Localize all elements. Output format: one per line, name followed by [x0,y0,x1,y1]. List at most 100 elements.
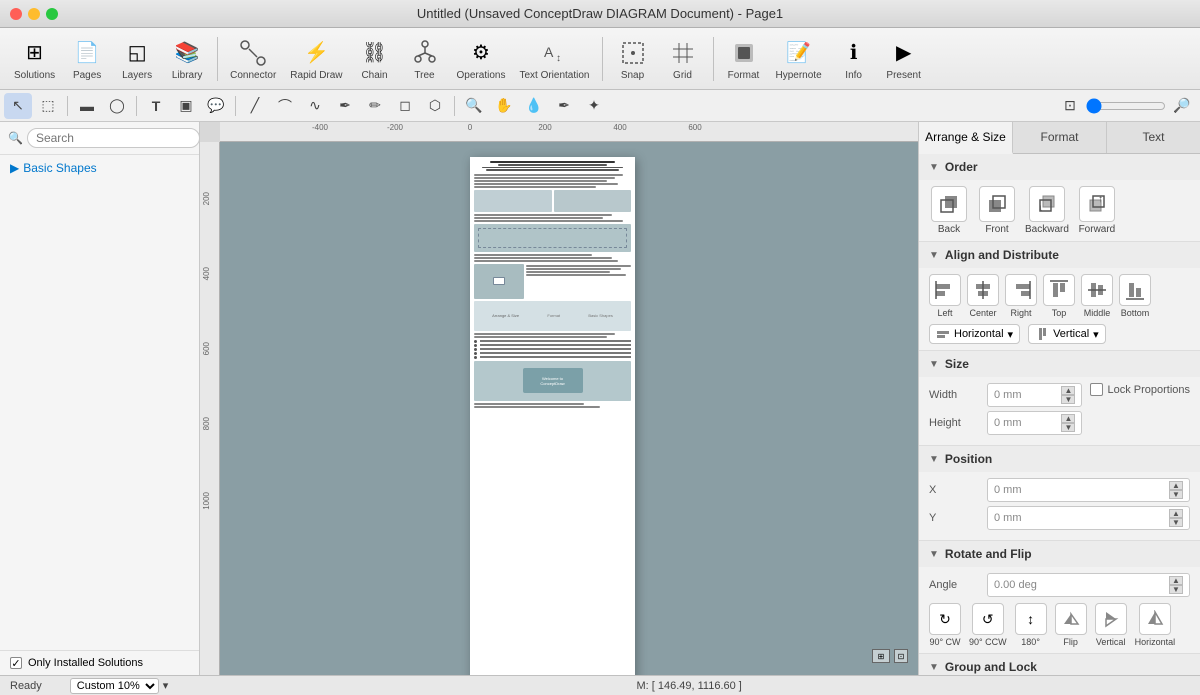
search-input[interactable] [27,128,200,148]
lock-proportions[interactable]: Lock Proportions [1090,383,1190,396]
y-up[interactable]: ▲ [1169,509,1183,518]
select-tool[interactable]: ↖ [4,93,32,119]
toolbar-info[interactable]: ℹ Info [830,33,878,85]
rotate-180-icon: ↕ [1015,603,1047,635]
align-top-button[interactable]: Top [1043,274,1075,318]
front-button[interactable]: Front [977,186,1017,235]
x-down[interactable]: ▼ [1169,490,1183,499]
align-middle-button[interactable]: Middle [1081,274,1113,318]
backward-button[interactable]: ↓ Backward [1025,186,1069,235]
toolbar-present[interactable]: ▶ Present [880,33,928,85]
toolbar-grid[interactable]: Grid [659,33,707,85]
lock-proportions-checkbox[interactable] [1090,383,1103,396]
rotate-header[interactable]: ▼ Rotate and Flip [919,541,1200,567]
x-label: X [929,484,979,496]
y-input[interactable]: 0 mm ▲ ▼ [987,506,1190,530]
rotate-180-button[interactable]: ↕ 180° [1015,603,1047,647]
pencil-tool[interactable]: ✏ [361,93,389,119]
pen-tool[interactable]: ✒ [331,93,359,119]
tab-text[interactable]: Text [1107,122,1200,153]
align-left-button[interactable]: Left [929,274,961,318]
zoom-select[interactable]: Custom 10% 25% 50% 75% 100% 150% 200% [70,678,159,694]
text-tool[interactable]: T [142,93,170,119]
vertical-dropdown[interactable]: Vertical ▾ [1028,324,1106,344]
connector-icon [237,37,269,69]
toolbar-layers[interactable]: ◱ Layers [113,33,161,85]
only-installed-checkbox[interactable]: ✓ [10,657,22,669]
curve-tool[interactable]: ∿ [301,93,329,119]
ellipse-tool[interactable]: ◯ [103,93,131,119]
y-stepper[interactable]: ▲ ▼ [1169,509,1183,527]
toolbar-hypernote[interactable]: 📝 Hypernote [770,33,828,85]
canvas-area[interactable]: -400 -200 0 200 400 600 200 400 600 800 … [200,122,918,675]
toolbar-pages[interactable]: 📄 Pages [63,33,111,85]
pen2-tool[interactable]: ✒ [550,93,578,119]
flip-button[interactable]: Flip [1055,603,1087,647]
box-select-tool[interactable]: ⬚ [34,93,62,119]
toolbar-snap[interactable]: Snap [609,33,657,85]
toolbar-chain[interactable]: ⛓ Chain [351,33,399,85]
toolbar-library[interactable]: 📚 Library [163,33,211,85]
align-header[interactable]: ▼ Align and Distribute [919,242,1200,268]
zoom-slider[interactable] [1086,98,1166,114]
toolbar-tree[interactable]: Tree [401,33,449,85]
zoom-box-tool[interactable]: ⊡ [1056,93,1084,119]
star-tool[interactable]: ✦ [580,93,608,119]
rotate-90cw-button[interactable]: ↻ 90° CW [929,603,961,647]
width-up[interactable]: ▲ [1061,386,1075,395]
angle-input[interactable]: 0.00 deg ▲ ▼ [987,573,1190,597]
x-stepper[interactable]: ▲ ▼ [1169,481,1183,499]
back-button[interactable]: Back [929,186,969,235]
text-box-tool[interactable]: ▣ [172,93,200,119]
eyedrop-tool[interactable]: 💧 [520,93,548,119]
line-tool[interactable]: ╱ [241,93,269,119]
angle-stepper[interactable]: ▲ ▼ [1169,576,1183,594]
eraser-tool[interactable]: ◻ [391,93,419,119]
angle-down[interactable]: ▼ [1169,585,1183,594]
height-stepper[interactable]: ▲ ▼ [1061,414,1075,432]
horizontal-dropdown[interactable]: Horizontal ▾ [929,324,1020,344]
arc-tool[interactable]: ⌒ [271,93,299,119]
zoom-out-tool[interactable]: 🔎 [1168,93,1196,119]
angle-up[interactable]: ▲ [1169,576,1183,585]
size-header[interactable]: ▼ Size [919,351,1200,377]
order-header[interactable]: ▼ Order [919,154,1200,180]
rect-tool[interactable]: ▬ [73,93,101,119]
align-bottom-button[interactable]: Bottom [1119,274,1151,318]
toolbar-text-orientation[interactable]: A↕ Text Orientation [513,33,595,85]
toolbar-operations[interactable]: ⚙ Operations [451,33,512,85]
position-header[interactable]: ▼ Position [919,446,1200,472]
x-up[interactable]: ▲ [1169,481,1183,490]
width-input[interactable]: 0 mm ▲ ▼ [987,383,1082,407]
zoom-in-tool[interactable]: 🔍 [460,93,488,119]
callout-tool[interactable]: 💬 [202,93,230,119]
align-center-button[interactable]: Center [967,274,999,318]
height-down[interactable]: ▼ [1061,423,1075,432]
basic-shapes-toggle[interactable]: ▶ Basic Shapes [10,161,189,175]
group-lock-header[interactable]: ▼ Group and Lock [919,654,1200,675]
close-button[interactable] [10,8,22,20]
height-input[interactable]: 0 mm ▲ ▼ [987,411,1082,435]
toolbar-format[interactable]: Format [720,33,768,85]
toolbar-solutions[interactable]: ⊞ Solutions [8,33,61,85]
toolbar-rapid-draw[interactable]: ⚡ Rapid Draw [284,33,348,85]
hand-tool[interactable]: ✋ [490,93,518,119]
y-down[interactable]: ▼ [1169,518,1183,527]
align-right-button[interactable]: Right [1005,274,1037,318]
width-stepper[interactable]: ▲ ▼ [1061,386,1075,404]
maximize-button[interactable] [46,8,58,20]
flip-horizontal-button[interactable]: Horizontal [1135,603,1176,647]
text-orientation-label: Text Orientation [519,70,589,81]
minimize-button[interactable] [28,8,40,20]
width-down[interactable]: ▼ [1061,395,1075,404]
sidebar-footer: ✓ Only Installed Solutions [0,650,199,675]
x-input[interactable]: 0 mm ▲ ▼ [987,478,1190,502]
tab-format[interactable]: Format [1013,122,1107,153]
forward-button[interactable]: ↑ Forward [1077,186,1117,235]
height-up[interactable]: ▲ [1061,414,1075,423]
toolbar-connector[interactable]: Connector [224,33,282,85]
flip-vertical-button[interactable]: Vertical [1095,603,1127,647]
poly-tool[interactable]: ⬡ [421,93,449,119]
rotate-90ccw-button[interactable]: ↺ 90° CCW [969,603,1007,647]
tab-arrange-size[interactable]: Arrange & Size [919,122,1013,154]
